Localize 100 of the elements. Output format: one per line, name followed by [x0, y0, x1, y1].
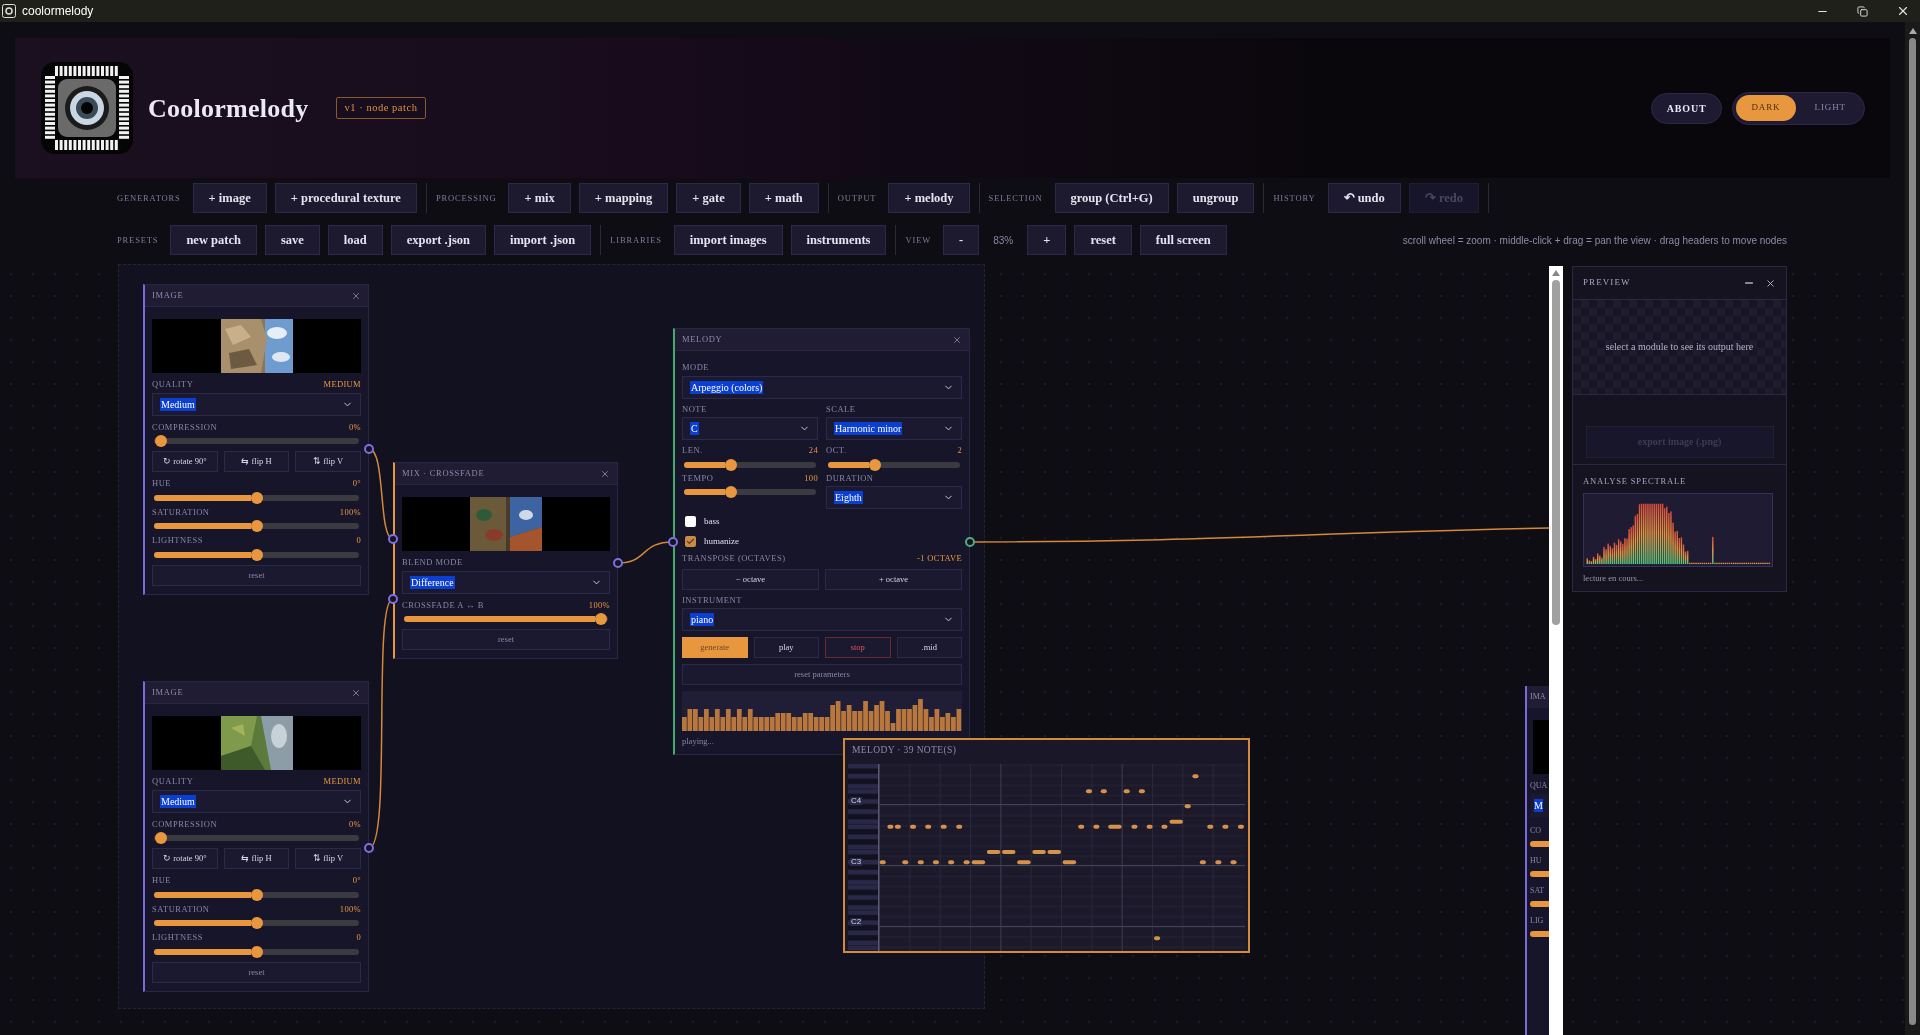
- field-value: 100%: [339, 507, 361, 516]
- toolbar-button[interactable]: save: [264, 225, 320, 255]
- port[interactable]: [364, 843, 374, 853]
- node-button[interactable]: stop: [825, 637, 891, 658]
- slider-thumb[interactable]: [250, 945, 263, 958]
- slider-thumb[interactable]: [250, 520, 263, 532]
- reset-button[interactable]: reset: [152, 564, 361, 586]
- select-field[interactable]: Medium: [152, 392, 361, 416]
- toolbar-button[interactable]: reset: [1074, 225, 1132, 255]
- node-button[interactable]: ⇆ flip H: [223, 848, 290, 869]
- slider-thumb[interactable]: [869, 458, 882, 471]
- select-field[interactable]: Harmonic minor: [826, 417, 962, 440]
- close-icon[interactable]: [1765, 277, 1776, 289]
- port[interactable]: [388, 594, 398, 604]
- scroll-up-icon[interactable]: [1552, 270, 1560, 276]
- toolbar-button[interactable]: + mix: [508, 183, 571, 213]
- field-value: -1 OCTAVE: [917, 554, 962, 563]
- node-button[interactable]: ↻ rotate 90°: [152, 848, 218, 869]
- toolbar-group-label: VIEW: [905, 233, 932, 247]
- toolbar-button[interactable]: + math: [748, 183, 819, 213]
- toolbar-button[interactable]: full screen: [1139, 225, 1227, 255]
- window-scrollbar[interactable]: [1905, 22, 1920, 1035]
- field-label: COMPRESSION: [152, 819, 218, 828]
- node-button[interactable]: − octave: [682, 568, 819, 590]
- field-label: LEN.: [682, 446, 703, 455]
- scroll-up-icon[interactable]: [1908, 28, 1917, 34]
- select-field[interactable]: Difference: [402, 570, 610, 594]
- toolbar-button[interactable]: + melody: [888, 183, 970, 213]
- select-field[interactable]: piano: [682, 608, 962, 631]
- slider-thumb[interactable]: [250, 548, 263, 561]
- node-header[interactable]: IMAGE: [145, 285, 368, 307]
- toolbar-button[interactable]: import .json: [494, 225, 592, 255]
- toolbar-group-label: GENERATORS: [117, 191, 181, 205]
- select-field[interactable]: M: [1531, 794, 1549, 817]
- toolbar-button[interactable]: + image: [192, 183, 267, 213]
- checkbox[interactable]: [685, 535, 696, 547]
- image-preview: [1533, 720, 1549, 774]
- toolbar-button[interactable]: ungroup: [1176, 183, 1255, 213]
- field-label: COMPRESSION: [152, 422, 218, 431]
- port[interactable]: [613, 558, 623, 568]
- theme-option[interactable]: DARK: [1736, 95, 1796, 121]
- slider-thumb[interactable]: [250, 917, 263, 929]
- node-header[interactable]: IMAGE: [145, 682, 368, 704]
- octave-label: C2: [850, 917, 863, 926]
- toolbar-button[interactable]: -: [943, 225, 980, 255]
- theme-option[interactable]: LIGHT: [1799, 95, 1861, 121]
- select-field[interactable]: C: [682, 417, 818, 440]
- toolbar-button[interactable]: + procedural texture: [274, 183, 417, 213]
- node-button[interactable]: ⇅ flip V: [295, 451, 361, 472]
- scrollbar-thumb[interactable]: [1909, 38, 1916, 1025]
- select-field[interactable]: Arpeggio (colors): [682, 375, 962, 399]
- node-button[interactable]: ⇆ flip H: [223, 451, 290, 472]
- slider-thumb[interactable]: [155, 435, 167, 447]
- port[interactable]: [388, 534, 398, 544]
- slider-thumb[interactable]: [725, 486, 738, 498]
- port[interactable]: [965, 537, 975, 547]
- reset-button[interactable]: reset: [402, 629, 610, 650]
- reset-button[interactable]: reset: [152, 961, 361, 983]
- toolbar-button[interactable]: import images: [673, 225, 783, 255]
- node-button[interactable]: play: [753, 637, 819, 658]
- slider-thumb[interactable]: [250, 888, 263, 901]
- scrollbar-thumb[interactable]: [1552, 280, 1560, 625]
- toolbar-button[interactable]: + gate: [676, 183, 741, 213]
- about-button[interactable]: ABOUT: [1650, 92, 1723, 124]
- toolbar-button[interactable]: instruments: [790, 225, 887, 255]
- port[interactable]: [364, 444, 374, 454]
- select-field[interactable]: Medium: [152, 789, 361, 813]
- node-header[interactable]: MELODY: [675, 329, 969, 351]
- reset-button[interactable]: reset parameters: [682, 664, 962, 685]
- node-button[interactable]: ⇅ flip V: [295, 848, 361, 869]
- toolbar-button[interactable]: +: [1027, 225, 1067, 255]
- toolbar-button[interactable]: load: [327, 225, 383, 255]
- node-button[interactable]: generate: [682, 637, 748, 658]
- toolbar-button[interactable]: ↶ undo: [1327, 183, 1401, 213]
- node-button[interactable]: + octave: [825, 568, 962, 590]
- toolbar-button[interactable]: new patch: [170, 225, 257, 255]
- slider-thumb[interactable]: [595, 613, 607, 625]
- preview-message: select a module to see its output here: [1605, 340, 1754, 354]
- field-label: LIG: [1529, 917, 1545, 925]
- toolbar-button[interactable]: group (Ctrl+G): [1054, 183, 1169, 213]
- toolbar-button[interactable]: export .json: [390, 225, 486, 255]
- select-field[interactable]: Eighth: [826, 486, 962, 509]
- slider-thumb[interactable]: [725, 458, 738, 471]
- port[interactable]: [668, 537, 678, 547]
- scrollbar[interactable]: [1549, 266, 1563, 1035]
- node-header[interactable]: MIX · CROSSFADE: [395, 463, 617, 485]
- close-icon[interactable]: [1896, 4, 1910, 18]
- node-button[interactable]: ↻ rotate 90°: [152, 451, 218, 472]
- node-button[interactable]: .mid: [896, 637, 962, 658]
- app-icon: [2, 4, 16, 18]
- node-header[interactable]: IMA: [1527, 686, 1549, 708]
- toolbar-button[interactable]: + mapping: [578, 183, 669, 213]
- field-label: BLEND MODE: [402, 558, 463, 567]
- node-title: IMA: [1530, 691, 1546, 703]
- field-value: 0: [356, 933, 361, 942]
- slider-thumb[interactable]: [155, 832, 167, 844]
- restore-icon[interactable]: [1857, 5, 1868, 17]
- checkbox[interactable]: [685, 516, 696, 528]
- slider-thumb[interactable]: [250, 491, 263, 504]
- field-label: HUE: [152, 876, 171, 885]
